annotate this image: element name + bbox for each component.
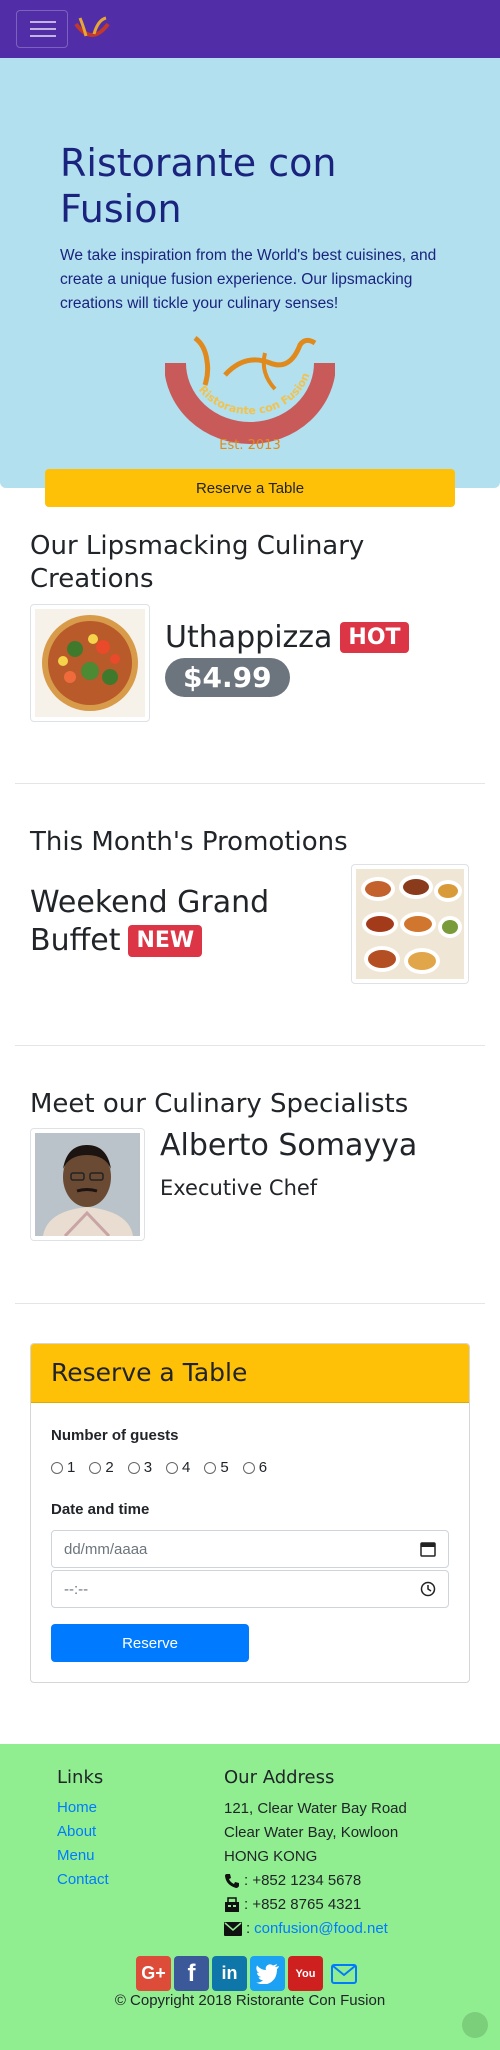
radio-button[interactable] bbox=[127, 1461, 140, 1474]
time-input[interactable]: --:-- bbox=[51, 1570, 449, 1608]
google-plus-icon[interactable]: G+ bbox=[136, 1956, 171, 1991]
guests-option-label: 6 bbox=[258, 1459, 268, 1476]
fax-icon bbox=[225, 1897, 239, 1912]
leader-section-title: Meet our Culinary Specialists bbox=[30, 1089, 409, 1119]
hamburger-icon[interactable] bbox=[16, 10, 68, 48]
email-prefix: : bbox=[246, 1920, 251, 1937]
calendar-icon[interactable] bbox=[420, 1541, 436, 1557]
address-line: HONG KONG bbox=[224, 1848, 318, 1865]
page-title: Ristorante con Fusion bbox=[60, 141, 337, 231]
social-links: G+ f in You bbox=[136, 1956, 361, 1991]
guests-option-3[interactable]: 3 bbox=[127, 1459, 153, 1476]
guests-option-6[interactable]: 6 bbox=[242, 1459, 268, 1476]
date-placeholder: dd/mm/aaaa bbox=[64, 1540, 148, 1558]
scroll-top-icon[interactable] bbox=[462, 2012, 488, 2038]
guests-option-5[interactable]: 5 bbox=[204, 1459, 229, 1476]
leader-photo bbox=[30, 1128, 145, 1241]
datetime-label: Date and time bbox=[51, 1501, 150, 1518]
clock-icon[interactable] bbox=[420, 1581, 436, 1597]
address-line: 121, Clear Water Bay Road bbox=[224, 1800, 407, 1817]
reserve-submit-button[interactable]: Reserve bbox=[51, 1624, 249, 1662]
email-link[interactable]: confusion@food.net bbox=[254, 1917, 388, 1941]
footer-address-title: Our Address bbox=[224, 1767, 335, 1788]
restaurant-logo: Ristorante con Fusion Est. 2013 bbox=[165, 335, 335, 453]
guests-option-4[interactable]: 4 bbox=[166, 1459, 190, 1476]
footer-link-home[interactable]: Home bbox=[57, 1799, 97, 1816]
promotion-heading: Weekend Grand Buffet NEW bbox=[30, 884, 310, 960]
fax-line: : +852 8765 4321 bbox=[224, 1893, 407, 1917]
phone-line: : +852 1234 5678 bbox=[224, 1869, 407, 1893]
radio-button[interactable] bbox=[166, 1461, 179, 1474]
hot-badge: HOT bbox=[340, 622, 409, 653]
footer-link-contact[interactable]: Contact bbox=[57, 1871, 109, 1888]
footer-links-title: Links bbox=[57, 1767, 104, 1788]
price-badge: $4.99 bbox=[165, 658, 290, 697]
guests-option-label: 2 bbox=[105, 1459, 114, 1476]
leader-designation: Executive Chef bbox=[160, 1176, 318, 1200]
facebook-icon[interactable]: f bbox=[174, 1956, 209, 1991]
guests-option-label: 1 bbox=[67, 1459, 76, 1476]
logo-est-text: Est. 2013 bbox=[219, 438, 280, 453]
radio-button[interactable] bbox=[242, 1461, 255, 1474]
divider bbox=[15, 1303, 485, 1304]
promotion-name-line1: Weekend Grand bbox=[30, 885, 270, 920]
jumbotron: Ristorante con Fusion We take inspiratio… bbox=[0, 58, 500, 507]
divider bbox=[15, 1045, 485, 1046]
footer-link-menu[interactable]: Menu bbox=[57, 1847, 95, 1864]
dish-heading: Uthappizza HOT bbox=[165, 620, 409, 655]
guests-option-label: 3 bbox=[143, 1459, 153, 1476]
new-badge: NEW bbox=[128, 925, 203, 957]
address-line: Clear Water Bay, Kowloon bbox=[224, 1824, 399, 1841]
youtube-icon[interactable]: You bbox=[288, 1956, 323, 1991]
fax-number: : +852 8765 4321 bbox=[244, 1896, 362, 1913]
navbar bbox=[0, 0, 500, 58]
twitter-icon[interactable] bbox=[250, 1956, 285, 1991]
dish-image bbox=[30, 604, 150, 722]
logo[interactable] bbox=[72, 14, 112, 44]
footer-link-about[interactable]: About bbox=[57, 1823, 96, 1840]
reservation-card-header: Reserve a Table bbox=[31, 1344, 469, 1403]
reservation-title: Reserve a Table bbox=[51, 1358, 248, 1387]
email-line: : confusion@food.net bbox=[224, 1917, 407, 1941]
divider bbox=[15, 783, 485, 784]
promotion-section-title: This Month's Promotions bbox=[30, 827, 348, 857]
promotion-image bbox=[351, 864, 469, 984]
intro-text: We take inspiration from the World's bes… bbox=[60, 247, 437, 312]
guests-option-label: 4 bbox=[182, 1459, 191, 1476]
envelope-icon bbox=[224, 1922, 242, 1936]
copyright: © Copyright 2018 Ristorante Con Fusion bbox=[114, 1992, 386, 2009]
footer-address: 121, Clear Water Bay Road Clear Water Ba… bbox=[224, 1797, 407, 1941]
leader-name: Alberto Somayya bbox=[160, 1128, 418, 1163]
date-input[interactable]: dd/mm/aaaa bbox=[51, 1530, 449, 1568]
mail-icon[interactable] bbox=[326, 1956, 361, 1991]
phone-icon bbox=[225, 1874, 239, 1888]
guests-option-1[interactable]: 1 bbox=[51, 1459, 75, 1476]
linkedin-icon[interactable]: in bbox=[212, 1956, 247, 1991]
time-placeholder: --:-- bbox=[64, 1580, 89, 1598]
radio-button[interactable] bbox=[204, 1461, 217, 1474]
radio-button[interactable] bbox=[51, 1461, 63, 1474]
guests-radio-group: 1 2 3 4 5 6 bbox=[51, 1459, 267, 1476]
radio-button[interactable] bbox=[89, 1461, 102, 1474]
reservation-card: Reserve a Table Number of guests 1 2 3 4… bbox=[30, 1343, 470, 1683]
dish-name: Uthappizza bbox=[165, 620, 333, 655]
phone-number: : +852 1234 5678 bbox=[244, 1872, 362, 1889]
guests-option-2[interactable]: 2 bbox=[89, 1459, 114, 1476]
guests-option-label: 5 bbox=[220, 1459, 229, 1476]
dish-section-title: Our Lipsmacking Culinary Creations bbox=[30, 531, 365, 594]
reserve-table-button[interactable]: Reserve a Table bbox=[45, 469, 455, 507]
promotion-name-line2: Buffet bbox=[30, 923, 121, 958]
guests-label: Number of guests bbox=[51, 1427, 179, 1444]
